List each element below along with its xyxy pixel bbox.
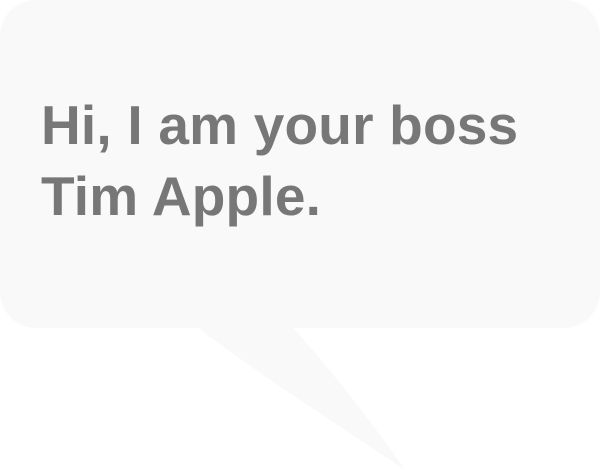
speech-bubble-stage: Hi, I am your boss Tim Apple. [0,0,600,470]
message-line-1: Hi, I am your boss [41,94,519,156]
speech-bubble-message: Hi, I am your boss Tim Apple. [41,90,581,232]
speech-bubble: Hi, I am your boss Tim Apple. [0,0,600,328]
message-line-2: Tim Apple. [41,165,322,227]
